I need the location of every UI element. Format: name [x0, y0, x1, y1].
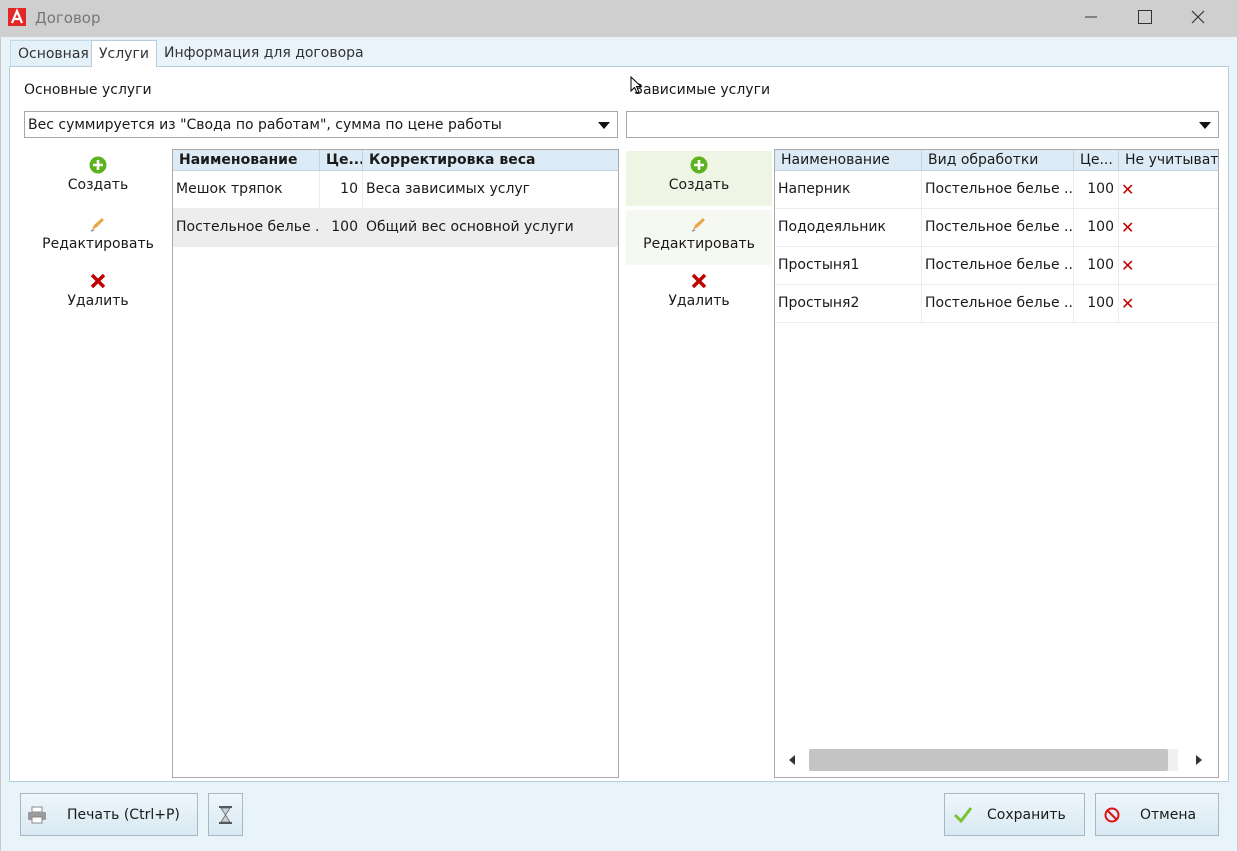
- column-header-weight[interactable]: Корректировка веса: [363, 150, 618, 170]
- column-header-price[interactable]: Це...: [1074, 150, 1119, 170]
- close-button[interactable]: [1172, 0, 1224, 34]
- chevron-down-icon: [598, 122, 610, 129]
- dependent-edit-button[interactable]: Редактировать: [626, 210, 772, 265]
- create-label: Создать: [67, 177, 129, 193]
- table-row-selected[interactable]: Постельное белье ... 100 Общий вес основ…: [173, 209, 618, 247]
- pencil-icon: [90, 218, 104, 232]
- tab-main[interactable]: Основная: [10, 40, 97, 66]
- cell-price: 100: [320, 209, 363, 247]
- print-button[interactable]: Печать (Ctrl+P): [20, 793, 198, 836]
- print-label: Печать (Ctrl+P): [67, 807, 180, 823]
- table-row[interactable]: Простыня2 Постельное белье ... 100 ✕: [775, 285, 1218, 323]
- maximize-button[interactable]: [1119, 0, 1171, 34]
- dependent-services-table[interactable]: Наименование Вид обработки Це... Не учит…: [774, 149, 1219, 778]
- tab-contract-info[interactable]: Информация для договора: [157, 40, 371, 66]
- table-header: Наименование Вид обработки Це... Не учит…: [775, 150, 1218, 171]
- main-delete-button[interactable]: Удалить: [25, 272, 171, 318]
- cancel-icon: [1104, 807, 1120, 823]
- column-header-processing[interactable]: Вид обработки: [922, 150, 1074, 170]
- cell-price: 100: [1074, 171, 1119, 209]
- delete-x-icon: [90, 273, 106, 289]
- main-services-weight-select[interactable]: Вес суммируется из "Свода по работам", с…: [24, 111, 618, 138]
- combo-value: Вес суммируется из "Свода по работам", с…: [28, 117, 502, 133]
- scroll-left-icon[interactable]: [789, 755, 795, 765]
- minimize-button[interactable]: [1065, 0, 1117, 34]
- dependent-delete-button[interactable]: Удалить: [626, 272, 772, 318]
- cell-price: 100: [1074, 209, 1119, 247]
- exclude-x-icon[interactable]: ✕: [1119, 285, 1218, 323]
- table-row[interactable]: Мешок тряпок 10 Веса зависимых услуг: [173, 171, 618, 209]
- printer-icon: [28, 806, 46, 824]
- cell-price: 10: [320, 171, 363, 209]
- cell-name: Простыня2: [775, 285, 922, 323]
- table-row[interactable]: Простыня1 Постельное белье ... 100 ✕: [775, 247, 1218, 285]
- main-services-label: Основные услуги: [24, 82, 152, 98]
- column-header-exclude[interactable]: Не учитывать: [1119, 150, 1218, 170]
- history-button[interactable]: [208, 793, 243, 836]
- cell-processing: Постельное белье ...: [922, 247, 1074, 285]
- pencil-icon: [691, 218, 705, 232]
- dependent-create-button[interactable]: Создать: [626, 151, 772, 206]
- scroll-right-icon[interactable]: [1196, 755, 1202, 765]
- table-row[interactable]: Наперник Постельное белье ... 100 ✕: [775, 171, 1218, 209]
- edit-label: Редактировать: [42, 236, 154, 252]
- cell-name: Простыня1: [775, 247, 922, 285]
- delete-x-icon: [691, 273, 707, 289]
- title-bar: [0, 0, 1238, 37]
- add-icon: [690, 156, 708, 174]
- tab-services[interactable]: Услуги: [91, 40, 157, 67]
- scroll-thumb[interactable]: [809, 749, 1168, 771]
- table-row[interactable]: Пододеяльник Постельное белье ... 100 ✕: [775, 209, 1218, 247]
- exclude-x-icon[interactable]: ✕: [1119, 209, 1218, 247]
- column-header-name[interactable]: Наименование: [775, 150, 922, 170]
- checkmark-icon: [953, 807, 973, 824]
- cancel-label: Отмена: [1140, 807, 1197, 823]
- window-title: Договор: [35, 9, 101, 27]
- main-edit-button[interactable]: Редактировать: [25, 215, 171, 261]
- exclude-x-icon[interactable]: ✕: [1119, 247, 1218, 285]
- chevron-down-icon: [1199, 122, 1211, 129]
- cell-price: 100: [1074, 285, 1119, 323]
- maximize-icon: [1138, 10, 1152, 24]
- main-create-button[interactable]: Создать: [25, 156, 171, 202]
- exclude-x-icon[interactable]: ✕: [1119, 171, 1218, 209]
- cell-name: Пододеяльник: [775, 209, 922, 247]
- cell-processing: Постельное белье ...: [922, 285, 1074, 323]
- cell-name: Мешок тряпок: [173, 171, 320, 209]
- column-header-price[interactable]: Це...: [320, 150, 363, 170]
- cell-name: Наперник: [775, 171, 922, 209]
- cell-processing: Постельное белье ...: [922, 171, 1074, 209]
- cell-price: 100: [1074, 247, 1119, 285]
- table-header: Наименование Це... Корректировка веса: [173, 150, 618, 171]
- app-logo-icon: [8, 8, 26, 26]
- column-header-name[interactable]: Наименование: [173, 150, 320, 170]
- dependent-services-select[interactable]: [626, 111, 1219, 138]
- cell-weight: Общий вес основной услуги: [363, 209, 618, 247]
- hourglass-icon: [219, 806, 232, 824]
- cell-name: Постельное белье ...: [173, 209, 320, 247]
- minimize-icon: [1085, 16, 1097, 18]
- mouse-cursor-icon: [630, 76, 642, 94]
- cancel-button[interactable]: Отмена: [1095, 793, 1219, 836]
- cell-weight: Веса зависимых услуг: [363, 171, 618, 209]
- horizontal-scrollbar[interactable]: [775, 747, 1218, 773]
- dependent-services-label: Зависимые услуги: [634, 82, 771, 98]
- delete-label: Удалить: [67, 293, 129, 309]
- delete-label: Удалить: [668, 293, 730, 309]
- add-icon: [89, 156, 107, 174]
- edit-label: Редактировать: [643, 236, 755, 252]
- create-label: Создать: [668, 177, 730, 193]
- main-services-table[interactable]: Наименование Це... Корректировка веса Ме…: [172, 149, 619, 778]
- save-label: Сохранить: [987, 807, 1066, 823]
- cell-processing: Постельное белье ...: [922, 209, 1074, 247]
- close-icon: [1191, 10, 1205, 24]
- save-button[interactable]: Сохранить: [944, 793, 1085, 836]
